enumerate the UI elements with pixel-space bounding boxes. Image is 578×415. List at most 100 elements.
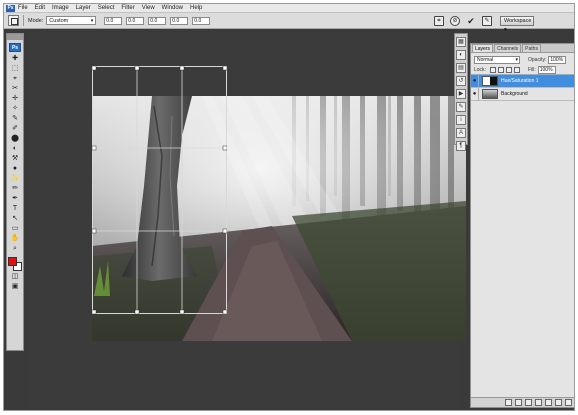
panel-dock: ▦ ◐ ▤ ↺ ▶ ✎ i A ¶ — [454, 33, 468, 151]
lock-pixels-icon[interactable] — [497, 66, 504, 73]
crop-tool-icon[interactable]: ✂ — [9, 85, 21, 93]
actions-icon[interactable]: ▶ — [456, 89, 466, 99]
blend-mode-value: Normal — [477, 57, 494, 63]
option-field-1[interactable]: 0.0 — [104, 16, 123, 25]
options-bar: Mode: Custom ▾ 0.0 0.0 0.0 0.0 0.0 ⌗ ⊘ ✔… — [4, 13, 574, 33]
style-select[interactable]: Custom ▾ — [46, 16, 97, 25]
eraser-tool-icon[interactable]: ⚒ — [9, 155, 21, 163]
history-icon[interactable]: ↺ — [456, 76, 466, 86]
style-label: Mode: — [28, 17, 44, 24]
magic-wand-tool-icon[interactable]: ✧ — [9, 105, 21, 113]
workspace-button[interactable]: Workspace ▾ — [500, 15, 534, 33]
blend-opacity-row: Normal ▾ Opacity: 100% — [471, 55, 574, 65]
blur-tool-icon[interactable]: ✏ — [9, 185, 21, 193]
color-icon[interactable]: ◐ — [456, 50, 466, 60]
brush-tool-icon[interactable]: ✎ — [9, 115, 21, 123]
photoshop-window: Ps File Edit Image Layer Select Filter V… — [3, 3, 575, 411]
info-icon[interactable]: i — [456, 115, 466, 125]
tab-layers[interactable]: Layers — [472, 44, 494, 52]
style-select-value: Custom — [49, 18, 69, 24]
delete-layer-icon[interactable] — [565, 399, 572, 406]
menu-bar: Ps File Edit Image Layer Select Filter V… — [4, 4, 574, 13]
menu-window[interactable]: Window — [162, 4, 183, 13]
new-group-icon[interactable] — [545, 399, 552, 406]
paragraph-icon[interactable]: ¶ — [456, 141, 466, 151]
chevron-down-icon: ▾ — [515, 57, 518, 63]
blend-mode-select[interactable]: Normal ▾ — [474, 56, 520, 64]
transform-bounding-box[interactable] — [92, 66, 227, 314]
option-field-5[interactable]: 0.0 — [192, 16, 211, 25]
tool-presets-icon[interactable]: ✎ — [456, 102, 466, 112]
menu-image[interactable]: Image — [52, 4, 69, 13]
color-swatches[interactable] — [8, 257, 22, 271]
layers-panel: Layers Channels Paths Normal ▾ Opacity: … — [470, 43, 574, 408]
pencil-tool-icon[interactable]: ✐ — [9, 125, 21, 133]
screen-mode-icon[interactable]: ▣ — [9, 283, 21, 291]
gradient-tool-icon[interactable]: ● — [9, 165, 21, 173]
type-tool-icon[interactable]: T — [9, 205, 21, 213]
ps-logo: Ps — [9, 43, 21, 52]
divider — [23, 15, 24, 26]
menu-edit[interactable]: Edit — [35, 4, 45, 13]
menu-file[interactable]: File — [18, 4, 28, 13]
navigator-icon[interactable]: ▦ — [456, 37, 466, 47]
layer-row-hue-saturation[interactable]: ● Hue/Saturation 1 — [471, 74, 574, 88]
zoom-tool-icon[interactable]: ⌕ — [9, 245, 21, 253]
option-field-3[interactable]: 0.0 — [148, 16, 167, 25]
current-tool-icon[interactable] — [8, 15, 19, 26]
tab-paths[interactable]: Paths — [522, 44, 541, 52]
option-field-2[interactable]: 0.0 — [126, 16, 145, 25]
warp-mode-icon[interactable]: ⌗ — [434, 15, 444, 26]
fill-field[interactable]: 100% — [537, 65, 556, 74]
chevron-down-icon: ▾ — [90, 18, 94, 24]
lock-transparency-icon[interactable] — [489, 66, 496, 73]
toolbox: Ps ✚ ⬚ ⌖ ✂ ✛ ✧ ✎ ✐ ⬤ ◐ ⚒ ● ✨ ✏ ✒ T ↖ ▭ ✋… — [6, 33, 24, 351]
commit-transform-icon[interactable]: ✔ — [466, 16, 476, 26]
opacity-field[interactable]: 100% — [548, 56, 567, 64]
add-mask-icon[interactable] — [525, 399, 532, 406]
layers-panel-footer — [471, 397, 574, 407]
visibility-eye-icon[interactable]: ● — [471, 74, 479, 88]
lock-fill-row: Lock: Fill: 100% — [471, 65, 574, 75]
opacity-label: Opacity: — [528, 57, 547, 63]
layer-name: Hue/Saturation 1 — [501, 78, 539, 84]
layer-row-background[interactable]: ● Background — [471, 87, 574, 101]
link-layers-icon[interactable] — [505, 399, 512, 406]
dodge-tool-icon[interactable]: ✨ — [9, 175, 21, 183]
stamp-tool-icon[interactable]: ⬤ — [9, 135, 21, 143]
character-icon[interactable]: A — [456, 128, 466, 138]
brush-icon[interactable]: ✎ — [482, 15, 492, 26]
tab-channels[interactable]: Channels — [494, 44, 522, 52]
cancel-transform-icon[interactable]: ⊘ — [450, 15, 460, 26]
lock-all-icon[interactable] — [513, 66, 520, 73]
menu-view[interactable]: View — [142, 4, 155, 13]
option-field-4[interactable]: 0.0 — [170, 16, 189, 25]
menu-layer[interactable]: Layer — [76, 4, 91, 13]
menu-filter[interactable]: Filter — [121, 4, 134, 13]
menu-select[interactable]: Select — [98, 4, 115, 13]
lasso-tool-icon[interactable]: ⌖ — [9, 75, 21, 83]
hand-tool-icon[interactable]: ✋ — [9, 235, 21, 243]
lock-position-icon[interactable] — [505, 66, 512, 73]
slice-tool-icon[interactable]: ✛ — [9, 95, 21, 103]
toolbox-grip[interactable] — [7, 34, 23, 40]
pen-tool-icon[interactable]: ✒ — [9, 195, 21, 203]
shape-tool-icon[interactable]: ▭ — [9, 225, 21, 233]
adjustment-layer-thumbnail — [482, 76, 498, 86]
history-brush-tool-icon[interactable]: ◐ — [9, 145, 21, 153]
foreground-color-swatch[interactable] — [8, 257, 17, 266]
move-tool-icon[interactable]: ✚ — [9, 55, 21, 63]
layer-name: Background — [501, 91, 528, 97]
app-logo: Ps — [6, 4, 15, 12]
layer-style-icon[interactable] — [515, 399, 522, 406]
new-adjustment-icon[interactable] — [535, 399, 542, 406]
swatches-icon[interactable]: ▤ — [456, 63, 466, 73]
new-layer-icon[interactable] — [555, 399, 562, 406]
path-select-tool-icon[interactable]: ↖ — [9, 215, 21, 223]
background-layer-thumbnail — [482, 89, 498, 99]
quick-mask-icon[interactable]: ◫ — [9, 273, 21, 281]
menu-help[interactable]: Help — [190, 4, 202, 13]
lock-label: Lock: — [474, 66, 486, 73]
marquee-tool-icon[interactable]: ⬚ — [9, 65, 21, 73]
visibility-eye-icon[interactable]: ● — [471, 87, 479, 101]
